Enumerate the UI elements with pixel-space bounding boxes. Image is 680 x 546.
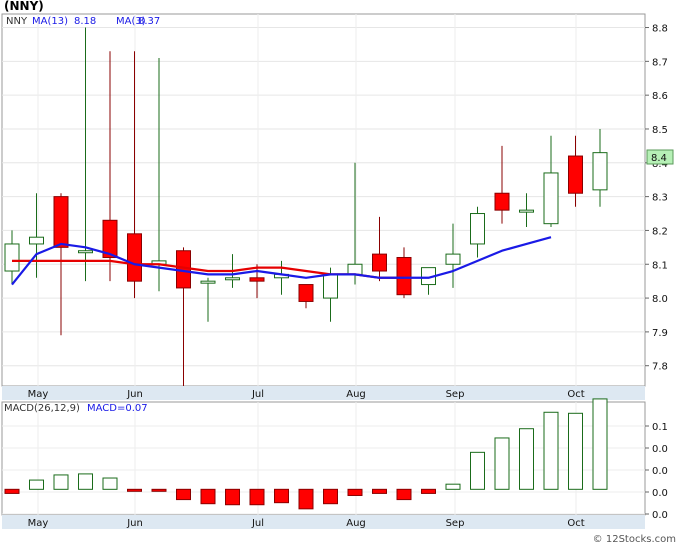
- macd-bar-negative: [176, 488, 191, 501]
- candle-up: [470, 213, 485, 245]
- candle-up: [592, 152, 608, 191]
- month-label: Oct: [567, 389, 584, 400]
- macd-legend: MACD(26,12,9) MACD=0.07: [4, 403, 148, 414]
- macd-bar-negative: [396, 488, 412, 501]
- candle-up: [347, 263, 363, 275]
- macd-bar-negative: [274, 488, 289, 504]
- macd-tick-label: 0.1: [652, 422, 668, 433]
- macd-bar-positive: [470, 451, 485, 490]
- macd-bar-negative: [323, 488, 338, 505]
- price-tick-label: 8.7: [652, 57, 668, 68]
- month-label: May: [28, 389, 49, 400]
- price-tick-label: 8.0: [652, 294, 668, 305]
- price-tick-label: 7.9: [652, 328, 668, 339]
- candle-down: [568, 155, 583, 194]
- macd-bar-negative: [225, 488, 240, 506]
- month-label: Jul: [251, 389, 264, 400]
- candle-up: [543, 172, 559, 225]
- legend-ma3-value: 8.37: [138, 16, 160, 27]
- macd-tick-label: 0.0: [652, 510, 668, 521]
- macd-bar-positive: [445, 483, 461, 490]
- macd-tick-label: 0.0: [652, 444, 668, 455]
- macd-bar-positive: [568, 412, 583, 490]
- price-month-axis: [2, 386, 645, 400]
- month-label-bottom: Oct: [567, 518, 584, 529]
- price-tick-label: 8.2: [652, 226, 668, 237]
- legend-ma13-label: MA(13): [32, 16, 68, 27]
- month-label: Sep: [446, 389, 465, 400]
- price-tick-label: 8.8: [652, 24, 668, 35]
- candle-down: [127, 233, 142, 282]
- price-y-axis: 8.8 8.7 8.6 8.5 8.4 8.3 8.2 8.1 8.0 7.9 7.8: [645, 24, 668, 373]
- month-label-bottom: Jul: [251, 518, 264, 529]
- candle-down: [298, 284, 314, 302]
- candle-up: [323, 273, 338, 299]
- candle-up: [29, 236, 44, 245]
- macd-bar-positive: [592, 398, 608, 490]
- candle-down: [494, 192, 510, 211]
- macd-month-axis: [2, 515, 645, 529]
- candle-up: [4, 243, 20, 272]
- price-tick-label: 8.5: [652, 125, 668, 136]
- price-tick-label: 8.3: [652, 193, 668, 204]
- macd-bar-positive: [53, 474, 69, 490]
- candle-up: [200, 280, 216, 284]
- title-bar: [0, 0, 680, 12]
- candle-down: [372, 253, 387, 272]
- month-label-bottom: Sep: [446, 518, 465, 529]
- macd-params-label: MACD(26,12,9): [4, 403, 80, 414]
- candle-up: [225, 277, 240, 281]
- macd-bar-negative: [249, 488, 265, 506]
- macd-bar-positive: [78, 473, 93, 490]
- last-price-value: 8.4: [651, 153, 667, 164]
- stock-chart: (NNY) 8.88.78.68.58.48.38.28.18.07.97.8 …: [0, 0, 680, 545]
- macd-bar-positive: [519, 428, 534, 490]
- month-label-bottom: Jun: [126, 518, 143, 529]
- macd-bar-negative: [298, 488, 314, 510]
- copyright-text: © 12Stocks.com: [593, 534, 676, 545]
- legend-ma13-value: 8.18: [74, 16, 96, 27]
- candle-up: [78, 250, 93, 254]
- price-tick-label: 7.8: [652, 362, 668, 373]
- macd-tick-label: 0.0: [652, 466, 668, 477]
- candle-up: [519, 209, 534, 213]
- macd-bar-negative: [372, 488, 387, 494]
- macd-tick-label: 0.0: [652, 488, 668, 499]
- candle-down: [396, 256, 412, 296]
- macd-bar-negative: [347, 488, 363, 496]
- macd-bar-negative: [151, 488, 167, 492]
- month-label-bottom: May: [28, 518, 49, 529]
- macd-bar-negative: [4, 488, 20, 494]
- month-label: Aug: [346, 389, 366, 400]
- macd-bar-negative: [200, 488, 216, 505]
- macd-bar-positive: [102, 477, 118, 490]
- legend-symbol: NNY: [6, 16, 28, 27]
- macd-y-axis: 0.1 0.0 0.0 0.0 0.0: [645, 422, 668, 521]
- price-tick-label: 8.1: [652, 260, 668, 271]
- macd-bar-negative: [421, 488, 436, 494]
- macd-bar-positive: [494, 437, 510, 490]
- candle-down: [249, 277, 265, 282]
- macd-bar-positive: [29, 479, 44, 490]
- price-tick-label: 8.6: [652, 91, 668, 102]
- candle-up: [445, 253, 461, 265]
- macd-value-label: MACD=0.07: [87, 403, 148, 414]
- candle-down: [53, 196, 69, 248]
- month-label: Jun: [126, 389, 143, 400]
- macd-bar-positive: [543, 411, 559, 490]
- chart-title: (NNY): [4, 0, 44, 13]
- macd-bar-negative: [127, 488, 142, 492]
- month-label-bottom: Aug: [346, 518, 366, 529]
